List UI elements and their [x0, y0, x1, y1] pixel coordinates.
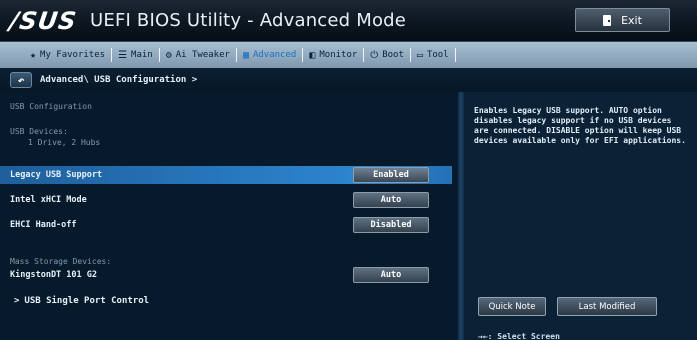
help-panel: Enables Legacy USB support. AUTO option …	[464, 92, 697, 340]
usb-devices-value: 1 Drive, 2 Hubs	[28, 138, 101, 147]
key-hint: →←: Select Screen	[478, 332, 560, 340]
settings-panel: USB Configuration USB Devices: 1 Drive, …	[0, 92, 458, 340]
quick-note-button[interactable]: Quick Note	[478, 297, 546, 316]
tab-label: Tool	[426, 50, 449, 60]
menu-divider	[454, 48, 456, 62]
list-icon: ☰	[118, 49, 128, 61]
setting-ehci-hand-off[interactable]: EHCI Hand-off Disabled	[0, 216, 452, 234]
setting-label: KingstonDT 101 G2	[10, 270, 97, 280]
setting-label: Legacy USB Support	[10, 170, 103, 180]
submenu-label: USB Single Port Control	[24, 296, 150, 306]
tab-label: My Favorites	[40, 50, 106, 60]
breadcrumb-bar: ↶ Advanced\ USB Configuration >	[0, 68, 697, 92]
ehci-hand-off-dropdown[interactable]: Disabled	[353, 217, 429, 233]
tab-tool[interactable]: ▭ Tool	[411, 42, 455, 68]
tool-icon: ▭	[416, 49, 423, 61]
exit-label: Exit	[621, 13, 642, 27]
tab-my-favorites[interactable]: ★ My Favorites	[24, 42, 111, 68]
power-icon: ⏻	[370, 49, 379, 61]
help-text: Enables Legacy USB support. AUTO option …	[474, 106, 686, 145]
tab-advanced[interactable]: ▦ Advanced	[237, 42, 302, 68]
legacy-usb-support-dropdown[interactable]: Enabled	[353, 167, 429, 183]
submenu-arrow-icon: >	[14, 296, 20, 306]
tab-label: Advanced	[252, 50, 297, 60]
back-arrow-icon: ↶	[17, 73, 25, 87]
tab-label: Boot	[382, 50, 404, 60]
tab-ai-tweaker[interactable]: ⚙ Ai Tweaker	[160, 42, 236, 68]
star-icon: ★	[30, 49, 37, 61]
tab-monitor[interactable]: ◧ Monitor	[303, 42, 363, 68]
breadcrumb: Advanced\ USB Configuration >	[40, 75, 198, 85]
monitor-icon: ◧	[309, 49, 316, 61]
tab-label: Main	[131, 50, 153, 60]
mass-storage-label: Mass Storage Devices:	[10, 257, 112, 266]
setting-intel-xhci-mode[interactable]: Intel xHCI Mode Auto	[0, 191, 452, 209]
menu-bar: ★ My Favorites ☰ Main ⚙ Ai Tweaker ▦ Adv…	[0, 42, 697, 68]
intel-xhci-mode-dropdown[interactable]: Auto	[353, 192, 429, 208]
app-title: UEFI BIOS Utility - Advanced Mode	[90, 10, 407, 31]
asus-logo: /SUS	[7, 7, 79, 35]
tab-main[interactable]: ☰ Main	[112, 42, 159, 68]
setting-legacy-usb-support[interactable]: Legacy USB Support Enabled	[0, 166, 452, 184]
mass-storage-device-dropdown[interactable]: Auto	[353, 267, 429, 283]
door-icon	[603, 14, 612, 26]
advanced-icon: ▦	[242, 49, 249, 61]
back-button[interactable]: ↶	[10, 72, 32, 88]
tab-boot[interactable]: ⏻ Boot	[364, 42, 410, 68]
setting-mass-storage-device[interactable]: KingstonDT 101 G2 Auto	[0, 266, 452, 284]
tab-label: Ai Tweaker	[175, 50, 230, 60]
usb-single-port-control-link[interactable]: > USB Single Port Control	[14, 296, 149, 306]
tab-label: Monitor	[319, 50, 358, 60]
exit-button[interactable]: Exit	[575, 8, 670, 32]
tweaker-icon: ⚙	[165, 49, 172, 61]
header-bar: /SUS UEFI BIOS Utility - Advanced Mode E…	[0, 0, 697, 42]
setting-label: EHCI Hand-off	[10, 220, 77, 230]
setting-label: Intel xHCI Mode	[10, 195, 87, 205]
last-modified-button[interactable]: Last Modified	[557, 297, 657, 316]
usb-configuration-heading: USB Configuration	[10, 102, 92, 111]
usb-devices-label: USB Devices:	[10, 127, 68, 136]
